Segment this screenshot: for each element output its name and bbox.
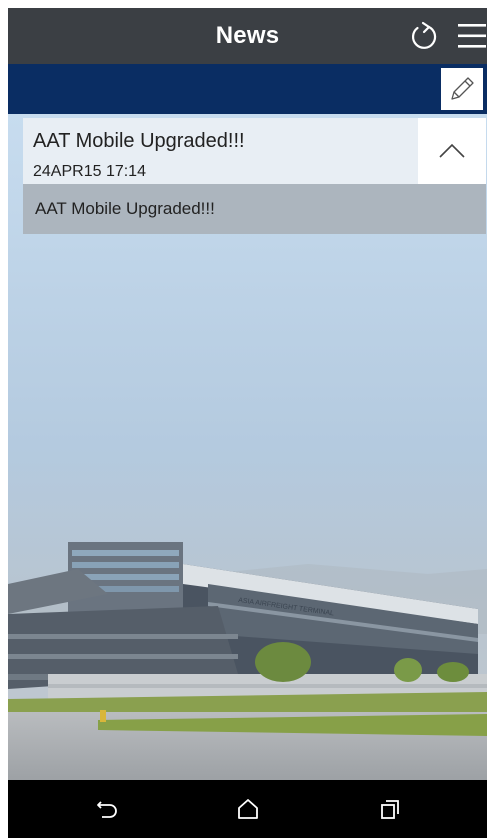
recent-apps-icon <box>381 800 399 819</box>
news-item-header[interactable]: AAT Mobile Upgraded!!! 24APR15 17:14 <box>23 118 486 184</box>
back-button[interactable] <box>88 789 128 829</box>
recent-apps-button[interactable] <box>370 789 410 829</box>
app-bar: News <box>8 8 487 64</box>
news-title: AAT Mobile Upgraded!!! <box>33 130 245 152</box>
home-button[interactable] <box>228 789 268 829</box>
news-body: AAT Mobile Upgraded!!! <box>23 184 486 234</box>
toolbar <box>8 64 487 114</box>
system-nav-bar <box>8 780 487 838</box>
pencil-icon <box>451 77 474 100</box>
news-date: 24APR15 17:14 <box>33 163 146 180</box>
refresh-button[interactable] <box>404 16 444 56</box>
chevron-up-icon <box>439 143 465 158</box>
edit-button[interactable] <box>441 68 483 110</box>
refresh-icon <box>411 21 437 49</box>
app-screen: ASIA AIRFREIGHT TERMINAL News AAT Mobile… <box>8 8 487 838</box>
collapse-button[interactable] <box>418 118 486 184</box>
menu-icon <box>458 24 486 48</box>
home-icon <box>238 799 258 819</box>
menu-button[interactable] <box>452 16 487 56</box>
news-body-text: AAT Mobile Upgraded!!! <box>35 199 215 218</box>
news-item: AAT Mobile Upgraded!!! 24APR15 17:14 AAT… <box>23 118 486 234</box>
back-icon <box>97 801 117 818</box>
